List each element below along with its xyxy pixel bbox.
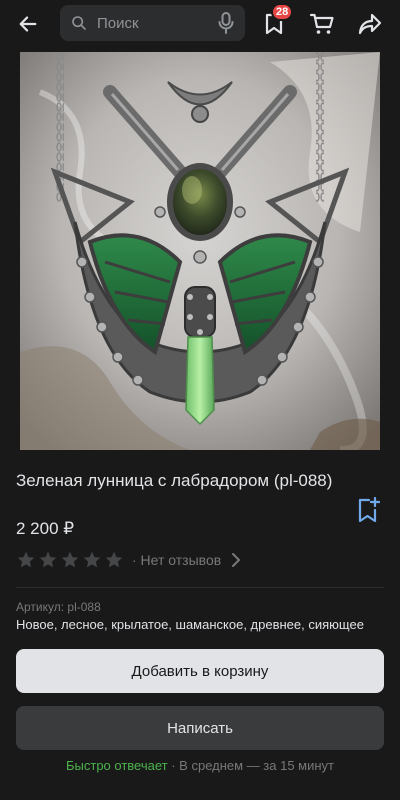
rating-row[interactable]: · Нет отзывов [16,548,384,572]
star-icon [104,550,124,570]
arrow-left-icon [19,16,37,32]
product-photo[interactable] [20,52,380,450]
share-icon [358,13,382,35]
divider [16,587,384,588]
search-input[interactable]: Поиск [60,5,245,41]
favorites-count-badge: 28 [271,3,294,21]
pendant-image [20,52,380,450]
cart-icon [309,13,334,34]
reviews-count: · Нет отзывов [132,552,222,568]
star-icon [38,550,58,570]
back-button[interactable] [12,8,44,40]
top-bar: Поиск 28 [0,0,400,48]
article-number: Артикул: pl-088 [16,600,101,614]
share-button[interactable] [354,8,386,40]
search-icon [70,14,88,32]
average-response-time: · В среднем — за 15 минут [171,758,334,773]
seller-response-info: Быстро отвечает · В среднем — за 15 мину… [0,758,400,773]
chevron-right-icon [229,553,243,567]
add-to-cart-button[interactable]: Добавить в корзину [16,649,384,693]
description-fade [0,628,400,642]
product-title: Зеленая лунница с лабрадором (pl-088) [16,471,333,490]
mic-icon[interactable] [217,12,235,34]
write-message-button[interactable]: Написать [16,706,384,750]
star-icon [82,550,102,570]
bookmark-plus-icon [358,496,381,523]
star-icon [60,550,80,570]
fast-response-label: Быстро отвечает [65,758,168,773]
search-placeholder: Поиск [97,14,139,32]
product-price: 2 200 ₽ [16,519,75,538]
star-icon [16,550,36,570]
cart-button[interactable] [306,8,338,40]
add-to-favorites-button[interactable] [354,496,382,524]
